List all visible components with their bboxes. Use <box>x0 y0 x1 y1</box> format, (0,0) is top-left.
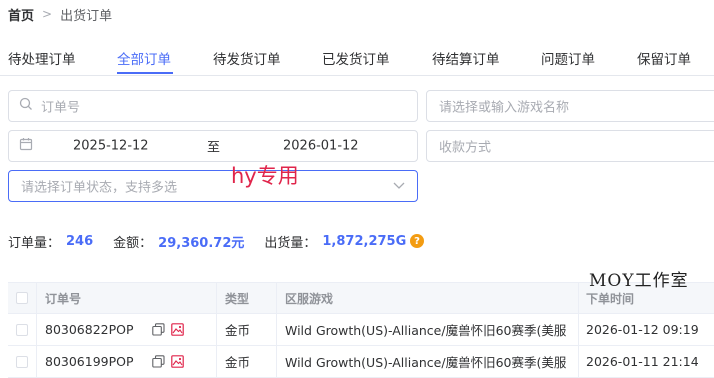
row-checkbox[interactable] <box>16 323 28 336</box>
calendar-icon <box>19 137 33 155</box>
header-server-game[interactable]: 区服游戏 <box>285 283 333 313</box>
column-divider <box>216 283 217 313</box>
active-tab-indicator <box>117 72 173 74</box>
column-divider <box>36 314 37 345</box>
header-checkbox-cell <box>16 283 28 313</box>
image-icon[interactable] <box>170 355 184 368</box>
status-placeholder: 请选择订单状态，支持多选 <box>21 180 178 196</box>
search-icon <box>19 97 33 115</box>
column-divider <box>216 346 217 377</box>
game-placeholder: 请选择或输入游戏名称 <box>439 100 570 116</box>
copy-icon[interactable] <box>151 323 165 336</box>
game-select[interactable]: 请选择或输入游戏名称 <box>426 90 714 122</box>
tab-problem[interactable]: 问题订单 <box>541 48 595 68</box>
column-divider <box>276 346 277 377</box>
column-divider <box>216 314 217 345</box>
payment-method-select[interactable]: 收款方式 <box>426 130 714 162</box>
column-divider <box>36 346 37 377</box>
order-time-cell: 2026-01-12 09:19 <box>586 322 699 337</box>
amount-label: 金额： <box>113 236 153 251</box>
amount-value: 29,360.72元 <box>158 236 245 251</box>
column-divider <box>276 283 277 313</box>
order-no-cell: 80306822POP <box>45 314 184 345</box>
order-status-select[interactable]: 请选择订单状态，支持多选 <box>8 170 418 202</box>
payment-placeholder: 收款方式 <box>439 140 492 156</box>
watermark: MOY工作室 <box>589 271 689 291</box>
order-count-label: 订单量： <box>8 236 61 251</box>
row-checkbox[interactable] <box>16 355 28 368</box>
tab-all[interactable]: 全部订单 <box>117 48 171 68</box>
order-no[interactable]: 80306199POP <box>45 354 134 369</box>
type-cell: 金币 <box>225 355 251 370</box>
tab-shipped[interactable]: 已发货订单 <box>322 48 390 68</box>
image-icon[interactable] <box>170 323 184 336</box>
help-icon[interactable]: ? <box>410 234 424 248</box>
table-row[interactable]: 80306199POP 金币 Wild Growth(US)-Alliance/… <box>8 346 714 378</box>
order-no[interactable]: 80306822POP <box>45 322 134 337</box>
select-all-checkbox[interactable] <box>16 292 28 304</box>
tab-to-settle[interactable]: 待结算订单 <box>432 48 500 68</box>
table-row[interactable]: 80306822POP 金币 Wild Growth(US)-Alliance/… <box>8 314 714 346</box>
server-game-cell: Wild Growth(US)-Alliance/魔兽怀旧60赛季(美服 <box>285 323 567 338</box>
header-type[interactable]: 类型 <box>225 283 249 313</box>
column-divider <box>578 314 579 345</box>
type-cell: 金币 <box>225 323 251 338</box>
date-end[interactable]: 2026-01-12 <box>283 139 359 154</box>
shipped-value: 1,872,275G <box>322 234 407 249</box>
order-time-cell: 2026-01-11 21:14 <box>586 354 699 369</box>
date-separator: 至 <box>207 140 221 156</box>
tab-reserved[interactable]: 保留订单 <box>637 48 691 68</box>
date-start[interactable]: 2025-12-12 <box>73 139 149 154</box>
row-checkbox-cell <box>16 346 28 377</box>
order-stats: 订单量： 246 金额： 29,360.72元 出货量： 1,872,275G <box>8 232 426 251</box>
tab-pending[interactable]: 待处理订单 <box>8 48 76 68</box>
row-checkbox-cell <box>16 314 28 345</box>
order-count-value: 246 <box>66 234 94 249</box>
shipped-label: 出货量： <box>264 236 317 251</box>
tabs-divider <box>0 75 714 76</box>
order-no-placeholder: 订单号 <box>41 100 81 116</box>
column-divider <box>276 314 277 345</box>
date-range-picker[interactable]: 2025-12-12 至 2026-01-12 <box>8 130 418 162</box>
copy-icon[interactable] <box>151 355 165 368</box>
column-divider <box>578 283 579 313</box>
breadcrumb-separator-icon: > <box>42 7 53 21</box>
hy-only-label: hy专用 <box>231 164 299 188</box>
order-tabs: 待处理订单 全部订单 待发货订单 已发货订单 待结算订单 问题订单 保留订单 <box>0 40 714 76</box>
server-game-cell: Wild Growth(US)-Alliance/魔兽怀旧60赛季(美服 <box>285 355 567 370</box>
order-no-cell: 80306199POP <box>45 346 184 377</box>
breadcrumb-home[interactable]: 首页 <box>8 5 34 24</box>
order-no-input[interactable]: 订单号 <box>8 90 418 122</box>
column-divider <box>578 346 579 377</box>
header-order-no[interactable]: 订单号 <box>45 283 81 313</box>
column-divider <box>36 283 37 313</box>
chevron-down-icon[interactable] <box>393 179 405 194</box>
breadcrumb-current: 出货订单 <box>60 8 113 24</box>
breadcrumb: 首页 > 出货订单 <box>8 4 112 24</box>
tab-to-ship[interactable]: 待发货订单 <box>213 48 281 68</box>
